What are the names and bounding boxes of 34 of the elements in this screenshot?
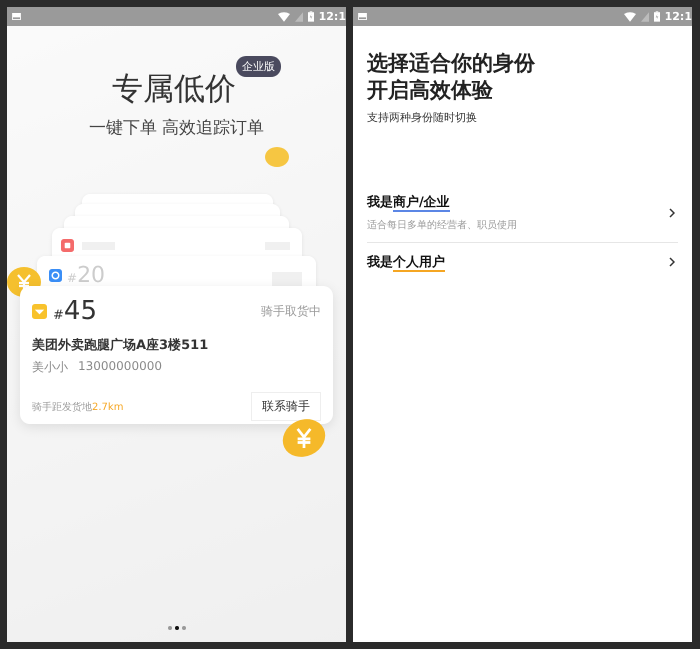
contact-name: 美小小 [32,359,68,376]
page-subtitle: 支持两种身份随时切换 [367,110,478,125]
status-time: 12:1 [664,10,692,23]
contact-rider-button[interactable]: 联系骑手 [251,392,321,421]
promo-title: 专属低价 [112,70,236,109]
app-icon [61,239,74,252]
wifi-icon [278,12,290,22]
order-number: #45 [53,296,97,326]
page-dot[interactable] [174,626,178,630]
identity-option[interactable]: 我是个人用户 [367,243,678,281]
wifi-icon [624,12,636,22]
battery-icon [654,11,660,22]
page-dot[interactable] [182,626,186,630]
image-icon [358,13,367,20]
order-status: 骑手取货中 [261,302,321,320]
battery-icon [308,11,314,22]
image-icon [12,13,21,20]
chevron-right-icon [669,257,675,267]
edition-badge: 企业版 [236,56,281,77]
rider-distance: 骑手距发货地2.7km [32,400,124,414]
sim-icon [640,12,649,22]
page-title: 选择适合你的身份 [367,50,536,77]
app-icon [49,269,62,282]
promo-subtitle: 一键下单 高效追踪订单 [88,117,264,139]
order-address: 美团外卖跑腿广场A座3楼511 [32,336,210,354]
page-dot[interactable] [168,626,172,630]
app-icon [32,304,47,318]
page-title: 开启高效体验 [367,77,494,104]
chevron-right-icon [669,208,675,218]
coin-icon [265,147,289,167]
sim-icon [294,12,303,22]
status-time: 12:1 [318,10,346,23]
identity-option[interactable]: 我是商户/企业 适合每日多单的经营者、职员使用 [367,183,678,242]
contact-phone: 13000000000 [78,359,162,375]
